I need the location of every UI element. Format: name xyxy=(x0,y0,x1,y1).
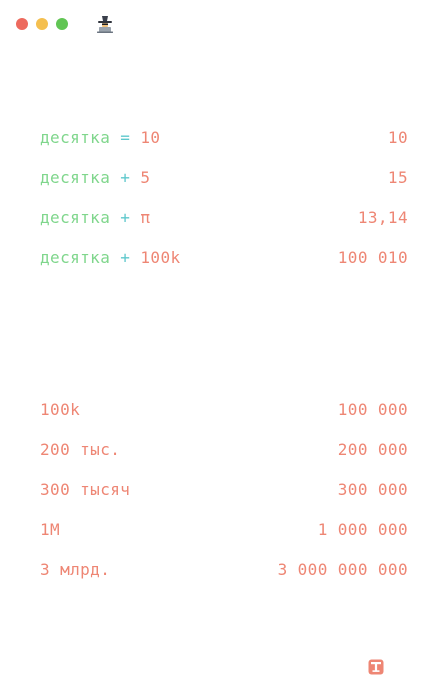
minimize-button[interactable] xyxy=(36,18,48,30)
expression: 300 тысяч xyxy=(40,480,131,499)
operator: + xyxy=(120,208,131,227)
variable-name: десятка xyxy=(40,168,111,187)
operand: 5 xyxy=(140,168,151,187)
text-format-icon[interactable] xyxy=(368,659,384,675)
expression-line[interactable]: 1M 1 000 000 xyxy=(40,518,408,542)
close-button[interactable] xyxy=(16,18,28,30)
title-bar xyxy=(0,0,448,48)
operator: = xyxy=(120,128,131,147)
expression: 200 тыс. xyxy=(40,440,121,459)
operand: 100k xyxy=(140,248,181,267)
result-value: 3 000 000 000 xyxy=(277,560,408,579)
expression-line[interactable]: 100k 100 000 xyxy=(40,398,408,422)
variable-name: десятка xyxy=(40,248,111,267)
expression: 1M xyxy=(40,520,61,539)
expression-line[interactable]: 200 тыс. 200 000 xyxy=(40,438,408,462)
expression: 3 млрд. xyxy=(40,560,111,579)
expression-line[interactable]: десятка = 10 10 xyxy=(40,126,408,150)
operator: + xyxy=(120,248,131,267)
hacker-hat-icon xyxy=(97,16,113,33)
result-value: 100 010 xyxy=(337,248,408,267)
operator: + xyxy=(120,168,131,187)
result-value: 10 xyxy=(387,128,408,147)
result-value: 13,14 xyxy=(357,208,408,227)
variable-name: десятка xyxy=(40,128,111,147)
expression-line[interactable]: десятка + 5 15 xyxy=(40,166,408,190)
result-value: 300 000 xyxy=(337,480,408,499)
expression: десятка + π xyxy=(40,206,150,230)
expression-line[interactable]: 3 млрд. 3 000 000 000 xyxy=(40,558,408,582)
result-value: 1 000 000 xyxy=(317,520,408,539)
result-value: 200 000 xyxy=(337,440,408,459)
expression-line[interactable]: десятка + 100k 100 010 xyxy=(40,246,408,270)
expression: десятка + 5 xyxy=(40,166,150,190)
variable-name: десятка xyxy=(40,208,111,227)
expression: десятка + 100k xyxy=(40,246,181,270)
expression-line[interactable]: десятка + π 13,14 xyxy=(40,206,408,230)
expression-line[interactable]: 300 тысяч 300 000 xyxy=(40,478,408,502)
result-value: 100 000 xyxy=(337,400,408,419)
expression: десятка = 10 xyxy=(40,126,160,150)
expression: 100k xyxy=(40,400,81,419)
calculator-window: десятка = 10 10 десятка + 5 15 десятка +… xyxy=(0,0,448,696)
operand: π xyxy=(140,208,151,227)
maximize-button[interactable] xyxy=(56,18,68,30)
result-value: 15 xyxy=(387,168,408,187)
operand: 10 xyxy=(140,128,161,147)
